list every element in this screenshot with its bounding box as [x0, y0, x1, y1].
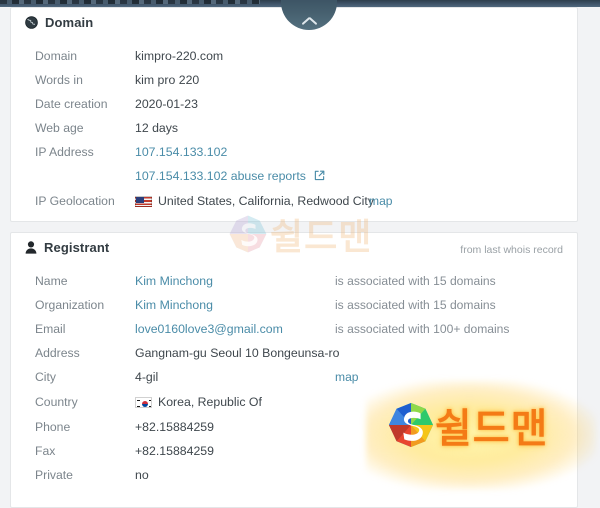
registrant-card-header: Registrant from last whois record	[11, 233, 577, 263]
globe-icon	[25, 16, 38, 29]
row-private: Private no	[11, 463, 577, 487]
row-label: Private	[35, 468, 73, 482]
name-associated-domains: is associated with 15 domains	[335, 274, 496, 288]
row-label: Fax	[35, 444, 56, 458]
registrant-email-link[interactable]: love0160love3@gmail.com	[135, 322, 283, 336]
ip-geolocation-value: United States, California, Redwood City	[158, 194, 374, 208]
registrant-fax-value: +82.15884259	[135, 444, 214, 458]
domain-value: kimpro-220.com	[135, 49, 224, 63]
registrant-card-rows: Name Kim Minchong is associated with 15 …	[11, 263, 577, 487]
registrant-country-value: Korea, Republic Of	[158, 395, 262, 409]
date-creation-value: 2020-01-23	[135, 97, 198, 111]
organization-associated-domains: is associated with 15 domains	[335, 298, 496, 312]
registrant-organization-link[interactable]: Kim Minchong	[135, 298, 213, 312]
domain-card-title-text: Domain	[45, 15, 94, 30]
person-icon	[25, 241, 37, 254]
row-label: Domain	[35, 49, 77, 63]
row-email: Email love0160love3@gmail.com is associa…	[11, 317, 577, 341]
row-label: Country	[35, 395, 78, 409]
row-label: Web age	[35, 121, 84, 135]
row-web-age: Web age 12 days	[11, 116, 577, 140]
domain-card-rows: Domain kimpro-220.com Words in kim pro 2…	[11, 38, 577, 214]
row-label: Phone	[35, 420, 71, 434]
row-name: Name Kim Minchong is associated with 15 …	[11, 269, 577, 293]
row-date-creation: Date creation 2020-01-23	[11, 92, 577, 116]
row-abuse-reports: 107.154.133.102 abuse reports	[11, 164, 577, 188]
city-map-link[interactable]: map	[335, 370, 359, 384]
geolocation-map-link[interactable]: map	[369, 194, 393, 208]
row-label: Email	[35, 322, 66, 336]
external-link-icon[interactable]	[314, 165, 325, 189]
registrant-private-value: no	[135, 468, 149, 482]
row-label: IP Address	[35, 145, 94, 159]
row-label: Words in	[35, 73, 83, 87]
us-flag-icon	[135, 196, 152, 207]
registrant-city-value: 4-gil	[135, 370, 159, 384]
row-ip-address: IP Address 107.154.133.102	[11, 140, 577, 164]
row-domain: Domain kimpro-220.com	[11, 44, 577, 68]
registrant-card-title-text: Registrant	[44, 240, 110, 255]
row-label: Name	[35, 274, 68, 288]
ip-address-link[interactable]: 107.154.133.102	[135, 145, 227, 159]
registrant-name-link[interactable]: Kim Minchong	[135, 274, 213, 288]
row-label: Date creation	[35, 97, 108, 111]
kr-flag-icon	[135, 397, 152, 408]
row-label: Address	[35, 346, 80, 360]
email-associated-domains: is associated with 100+ domains	[335, 322, 510, 336]
row-label: IP Geolocation	[35, 194, 115, 208]
domain-card-title: Domain	[25, 15, 93, 30]
registrant-card: Registrant from last whois record Name K…	[10, 232, 578, 508]
domain-card: Domain Domain kimpro-220.com Words in ki…	[10, 0, 578, 222]
web-age-value: 12 days	[135, 121, 179, 135]
row-city: City 4-gil map	[11, 365, 577, 389]
abuse-reports-link[interactable]: 107.154.133.102 abuse reports	[135, 169, 306, 183]
row-country: Country Korea, Republic Of	[11, 389, 577, 415]
row-label: Organization	[35, 298, 105, 312]
row-fax: Fax +82.15884259	[11, 439, 577, 463]
row-phone: Phone +82.15884259	[11, 415, 577, 439]
row-words-in: Words in kim pro 220	[11, 68, 577, 92]
registrant-address-value: Gangnam-gu Seoul 10 Bongeunsa-ro	[135, 346, 340, 360]
chevron-up-icon	[302, 16, 317, 25]
registrant-phone-value: +82.15884259	[135, 420, 214, 434]
row-ip-geolocation: IP Geolocation United States, California…	[11, 188, 577, 214]
registrant-card-title: Registrant	[25, 240, 109, 255]
row-address: Address Gangnam-gu Seoul 10 Bongeunsa-ro	[11, 341, 577, 365]
row-organization: Organization Kim Minchong is associated …	[11, 293, 577, 317]
chrome-tabs-sliver	[0, 0, 260, 4]
row-label: City	[35, 370, 56, 384]
page-root: Domain Domain kimpro-220.com Words in ki…	[0, 0, 600, 508]
words-in-value: kim pro 220	[135, 73, 200, 87]
whois-source-note: from last whois record	[460, 244, 563, 256]
